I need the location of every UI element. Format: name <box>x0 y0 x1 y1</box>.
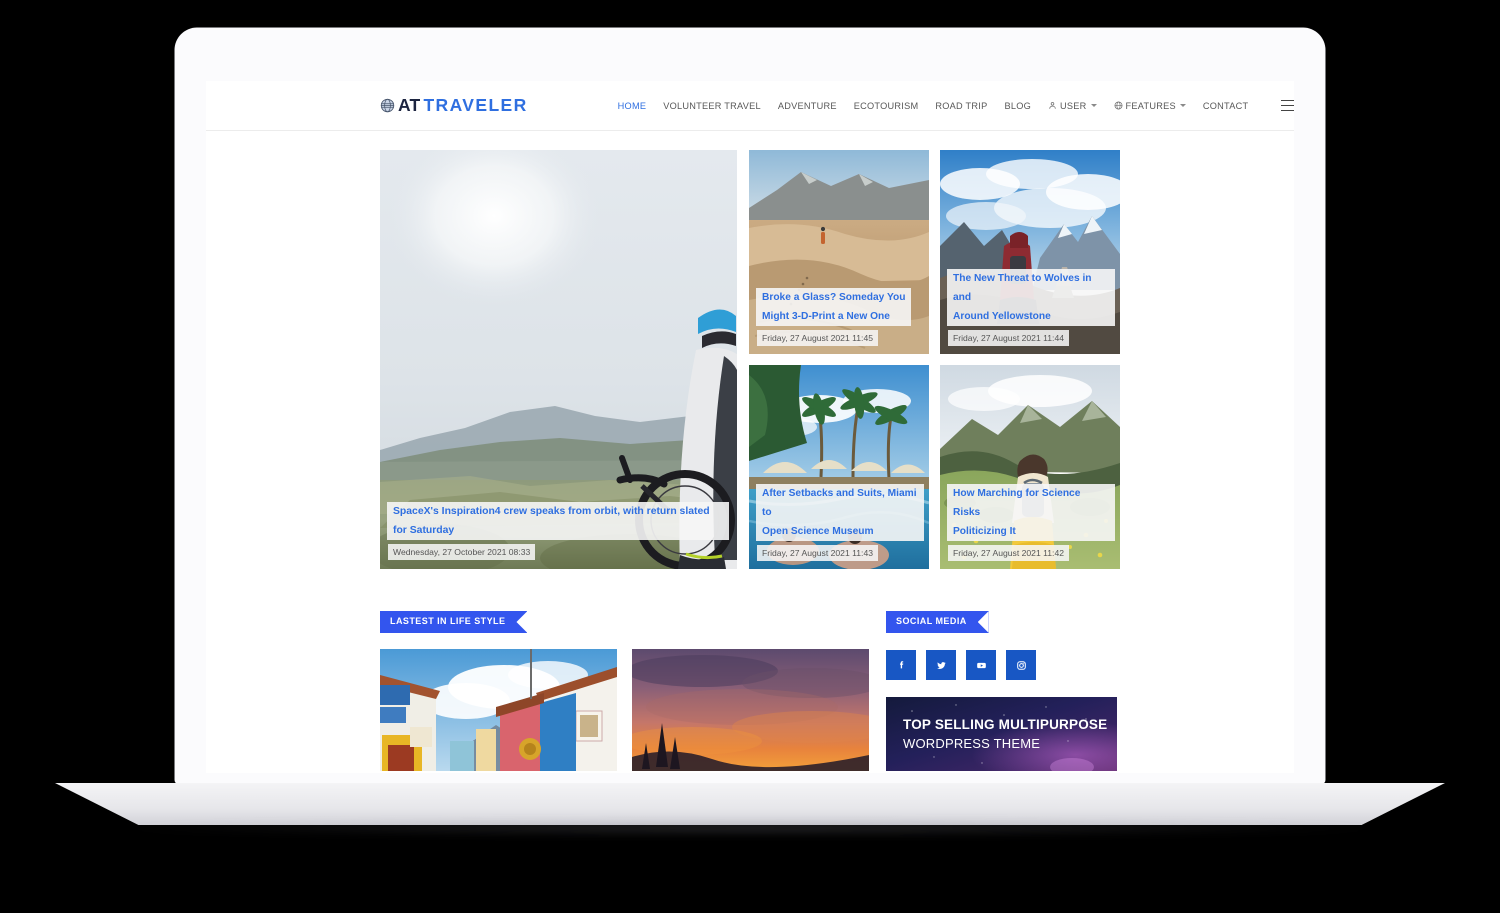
lifestyle-image-colonial-street <box>380 649 617 771</box>
nav-item-features[interactable]: FEATURES <box>1114 101 1186 111</box>
laptop-base <box>55 783 1445 825</box>
article-card-broke-a-glass[interactable]: Broke a Glass? Someday You Might 3-D-Pri… <box>749 150 929 354</box>
globe-icon <box>380 98 395 113</box>
article-caption: The New Threat to Wolves in and Around Y… <box>940 269 1120 346</box>
browser-viewport: AT TRAVELER HOME VOLUNTEER TRAVEL ADVENT… <box>206 81 1294 773</box>
featured-article-date: Wednesday, 27 October 2021 08:33 <box>393 544 531 560</box>
nav-label: BLOG <box>1004 100 1031 111</box>
featured-article-card[interactable]: SpaceX's Inspiration4 crew speaks from o… <box>380 150 737 569</box>
screenshot-canvas: AT TRAVELER HOME VOLUNTEER TRAVEL ADVENT… <box>0 0 1500 913</box>
nav-item-blog[interactable]: BLOG <box>1004 101 1031 111</box>
secondary-articles-grid: Broke a Glass? Someday You Might 3-D-Pri… <box>749 150 1120 569</box>
promo-line-1: TOP SELLING MULTIPURPOSE <box>903 717 1108 732</box>
article-title-line1: After Setbacks and Suits, Miami to <box>762 488 917 518</box>
laptop-shadow <box>120 820 1380 836</box>
lifestyle-image-sunset-sky <box>632 649 869 771</box>
site-header: AT TRAVELER HOME VOLUNTEER TRAVEL ADVENT… <box>206 81 1294 131</box>
twitter-icon <box>936 661 946 669</box>
instagram-icon <box>1016 660 1026 670</box>
nav-item-contact[interactable]: CONTACT <box>1203 101 1248 111</box>
social-link-youtube[interactable] <box>966 650 996 680</box>
social-media-section: SOCIAL MEDIA TOP SELLING MULTIPURPOSE WO… <box>886 611 1120 771</box>
featured-articles-grid: SpaceX's Inspiration4 crew speaks from o… <box>380 150 1120 569</box>
nav-label: USER <box>1060 100 1087 111</box>
social-section-heading: SOCIAL MEDIA <box>886 611 989 633</box>
article-card-wolves-yellowstone[interactable]: The New Threat to Wolves in and Around Y… <box>940 150 1120 354</box>
article-title-line2: Might 3-D-Print a New One <box>762 311 890 322</box>
featured-article-title[interactable]: SpaceX's Inspiration4 crew speaks from o… <box>393 502 723 540</box>
article-title-line2: Open Science Museum <box>762 526 874 537</box>
page-content: SpaceX's Inspiration4 crew speaks from o… <box>206 131 1294 771</box>
nav-item-home[interactable]: HOME <box>618 101 647 111</box>
nav-label: VOLUNTEER TRAVEL <box>663 100 761 111</box>
article-title[interactable]: Broke a Glass? Someday You Might 3-D-Pri… <box>762 288 906 326</box>
promo-line-2: WORDPRESS THEME <box>903 736 1041 751</box>
article-title-line2: Around Yellowstone <box>953 311 1051 322</box>
nav-label: ECOTOURISM <box>853 100 919 111</box>
promo-banner-text: TOP SELLING MULTIPURPOSE WORDPRESS THEME <box>903 715 1107 753</box>
lifestyle-items <box>380 649 869 771</box>
article-date: Friday, 27 August 2021 11:44 <box>953 330 1064 346</box>
social-links <box>886 650 1120 680</box>
article-title[interactable]: The New Threat to Wolves in and Around Y… <box>953 269 1109 326</box>
facebook-icon <box>899 660 903 668</box>
article-caption: After Setbacks and Suits, Miami to Open … <box>749 484 929 561</box>
hamburger-bar <box>1281 99 1294 102</box>
hamburger-menu-button[interactable] <box>1281 99 1294 112</box>
nav-item-adventure[interactable]: ADVENTURE <box>778 101 837 111</box>
logo-text-primary: AT <box>398 95 421 115</box>
article-title[interactable]: How Marching for Science Risks Politiciz… <box>953 484 1109 541</box>
nav-item-road-trip[interactable]: ROAD TRIP <box>935 101 987 111</box>
nav-item-volunteer-travel[interactable]: VOLUNTEER TRAVEL <box>663 101 761 111</box>
article-date: Friday, 27 August 2021 11:42 <box>953 545 1064 561</box>
article-title-line1: How Marching for Science Risks <box>953 488 1081 518</box>
lifestyle-item[interactable] <box>380 649 617 771</box>
featured-article-caption: SpaceX's Inspiration4 crew speaks from o… <box>380 502 737 560</box>
youtube-icon <box>976 662 986 668</box>
lifestyle-section: LASTEST IN LIFE STYLE <box>380 611 869 771</box>
promo-banner[interactable]: TOP SELLING MULTIPURPOSE WORDPRESS THEME <box>886 697 1117 771</box>
social-link-twitter[interactable] <box>926 650 956 680</box>
article-date: Friday, 27 August 2021 11:43 <box>762 545 873 561</box>
article-title-line1: Broke a Glass? Someday You <box>762 292 906 303</box>
nav-label: FEATURES <box>1125 100 1176 111</box>
article-title-line1: The New Threat to Wolves in and <box>953 273 1092 303</box>
globe-small-icon <box>1114 101 1122 110</box>
nav-label: ROAD TRIP <box>935 100 988 111</box>
article-card-marching-for-science[interactable]: How Marching for Science Risks Politiciz… <box>940 365 1120 569</box>
article-title-line2: Politicizing It <box>953 526 1016 537</box>
article-caption: Broke a Glass? Someday You Might 3-D-Pri… <box>749 288 929 346</box>
logo-text-secondary: TRAVELER <box>423 95 528 115</box>
hamburger-bar <box>1281 104 1294 107</box>
user-icon <box>1049 102 1056 109</box>
chevron-down-icon <box>1090 104 1097 107</box>
nav-item-user[interactable]: USER <box>1048 101 1097 111</box>
lifestyle-item[interactable] <box>632 649 869 771</box>
site-logo[interactable]: AT TRAVELER <box>380 95 528 116</box>
lifestyle-section-heading: LASTEST IN LIFE STYLE <box>380 611 528 633</box>
nav-label: CONTACT <box>1202 100 1249 111</box>
social-link-facebook[interactable] <box>886 650 916 680</box>
chevron-down-icon <box>1179 104 1186 107</box>
nav-label: HOME <box>617 100 647 111</box>
article-caption: How Marching for Science Risks Politiciz… <box>940 484 1120 561</box>
social-link-instagram[interactable] <box>1006 650 1036 680</box>
article-card-miami-science-museum[interactable]: After Setbacks and Suits, Miami to Open … <box>749 365 929 569</box>
nav-item-ecotourism[interactable]: ECOTOURISM <box>854 101 919 111</box>
nav-label: ADVENTURE <box>777 100 837 111</box>
lower-sections: LASTEST IN LIFE STYLE SOCIAL MEDIA TOP S… <box>380 611 1120 771</box>
article-title[interactable]: After Setbacks and Suits, Miami to Open … <box>762 484 918 541</box>
main-navigation: HOME VOLUNTEER TRAVEL ADVENTURE ECOTOURI… <box>618 99 1294 112</box>
article-date: Friday, 27 August 2021 11:45 <box>762 330 873 346</box>
hamburger-bar <box>1281 109 1294 112</box>
